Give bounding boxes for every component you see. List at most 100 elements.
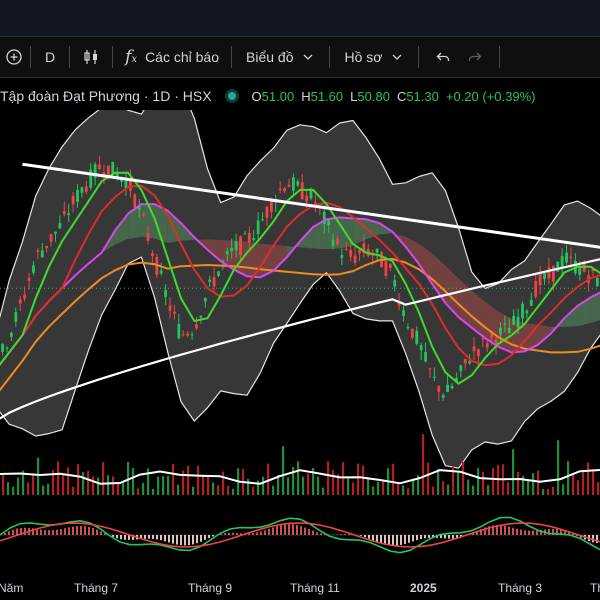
volume-bar <box>112 476 115 495</box>
candle-body <box>331 239 335 246</box>
profile-dropdown[interactable]: Hồ sơ <box>338 37 410 77</box>
candle-body <box>190 334 194 336</box>
macd-histogram-bar <box>304 527 306 535</box>
toolbar-separator <box>418 46 420 68</box>
indicators-button[interactable]: fx Các chỉ báo <box>121 37 223 77</box>
candle-body <box>450 385 454 389</box>
candle-body <box>76 190 79 202</box>
candle-body <box>243 233 247 235</box>
candle-body <box>287 184 291 188</box>
macd-histogram-bar <box>116 535 118 539</box>
volume-bar <box>132 468 135 495</box>
candle-body <box>252 238 256 241</box>
candle-type-button[interactable] <box>78 37 104 77</box>
candle-body <box>256 220 260 235</box>
candle-body <box>499 327 502 335</box>
macd-histogram-bar <box>264 530 266 535</box>
macd-histogram-bar <box>500 525 502 535</box>
candle-body <box>402 310 405 316</box>
macd-histogram-bar <box>316 532 318 535</box>
volume-bar <box>82 472 85 495</box>
candle-body <box>296 181 300 186</box>
candle-body <box>560 256 564 268</box>
volume-bar <box>42 485 45 495</box>
macd-histogram-bar <box>412 535 414 542</box>
volume-bar <box>392 463 395 495</box>
macd-histogram-bar <box>520 529 522 535</box>
candle-body <box>305 195 309 202</box>
candle-body <box>261 219 264 221</box>
x-tick-label: Tháng 3 <box>498 581 543 595</box>
volume-bar <box>367 477 370 495</box>
volume-bar <box>402 485 405 495</box>
change-value: +0.20 (+0.39%) <box>445 88 536 104</box>
volume-bar <box>232 488 235 495</box>
candle-body <box>142 213 145 216</box>
chart-type-dropdown[interactable]: Biểu đồ <box>240 37 321 77</box>
volume-bar <box>467 479 470 495</box>
open-value: 51.00 <box>261 88 295 104</box>
volume-bar <box>57 461 60 495</box>
candle-body <box>336 238 339 245</box>
redo-icon <box>469 52 482 61</box>
macd-histogram-bar <box>308 529 310 535</box>
macd-histogram-bar <box>452 535 454 539</box>
volume-bar <box>342 462 345 495</box>
macd-histogram-bar <box>200 535 202 542</box>
x-tick-label: Tháng 11 <box>290 581 340 595</box>
candle-body <box>393 280 397 287</box>
volume-bar <box>372 486 375 495</box>
macd-histogram-bar <box>164 535 166 542</box>
redo-button[interactable] <box>459 37 491 77</box>
volume-bar <box>377 481 380 495</box>
volume-bar <box>217 485 220 495</box>
volume-bar <box>92 476 95 495</box>
candlestick-icon <box>84 50 98 64</box>
price-chart[interactable] <box>0 110 600 600</box>
macd-histogram-bar <box>404 535 406 544</box>
macd-histogram-bar <box>376 535 378 543</box>
candle-body <box>485 343 489 348</box>
candle-body <box>463 358 467 364</box>
volume-bar <box>197 465 200 495</box>
macd-histogram-bar <box>92 528 94 535</box>
volume-bar <box>252 486 255 495</box>
volume-bar <box>152 488 155 495</box>
macd-histogram-bar <box>232 532 234 535</box>
undo-icon <box>437 52 450 61</box>
volume-bar <box>87 470 90 495</box>
volume-bar <box>412 479 415 495</box>
candle-body <box>534 280 538 297</box>
macd-histogram-bar <box>148 535 150 539</box>
toolbar-separator <box>69 46 71 68</box>
candle-body <box>437 386 441 392</box>
volume-bar <box>97 477 100 495</box>
toolbar-separator <box>30 46 31 68</box>
volume-bar <box>492 467 495 495</box>
symbol-title[interactable]: Tập đoàn Đạt Phương · 1D · HSX <box>0 88 212 104</box>
interval-button[interactable]: D <box>39 37 61 77</box>
toolbar-separator <box>499 46 501 68</box>
toolbar-separator <box>329 46 331 68</box>
macd-histogram-bar <box>212 535 214 537</box>
volume-bar <box>487 485 490 495</box>
undo-button[interactable] <box>427 37 459 77</box>
candle-body <box>428 368 432 370</box>
candle-body <box>151 253 154 256</box>
volume-bar <box>117 482 120 495</box>
volume-bar <box>572 473 575 495</box>
candle-body <box>507 327 511 334</box>
macd-histogram-bar <box>408 535 410 543</box>
volume-bar <box>317 476 320 495</box>
macd-histogram-bar <box>44 529 46 535</box>
volume-bar <box>67 467 70 495</box>
high-value: 51.60 <box>310 88 344 104</box>
volume-bar <box>207 475 210 495</box>
market-status-icon <box>227 92 236 100</box>
candle-body <box>36 250 40 252</box>
candle-body <box>159 270 163 274</box>
macd-histogram-bar <box>268 528 270 535</box>
candle-body <box>164 290 168 297</box>
volume-bar <box>162 476 165 495</box>
add-symbol-button[interactable] <box>0 37 22 77</box>
